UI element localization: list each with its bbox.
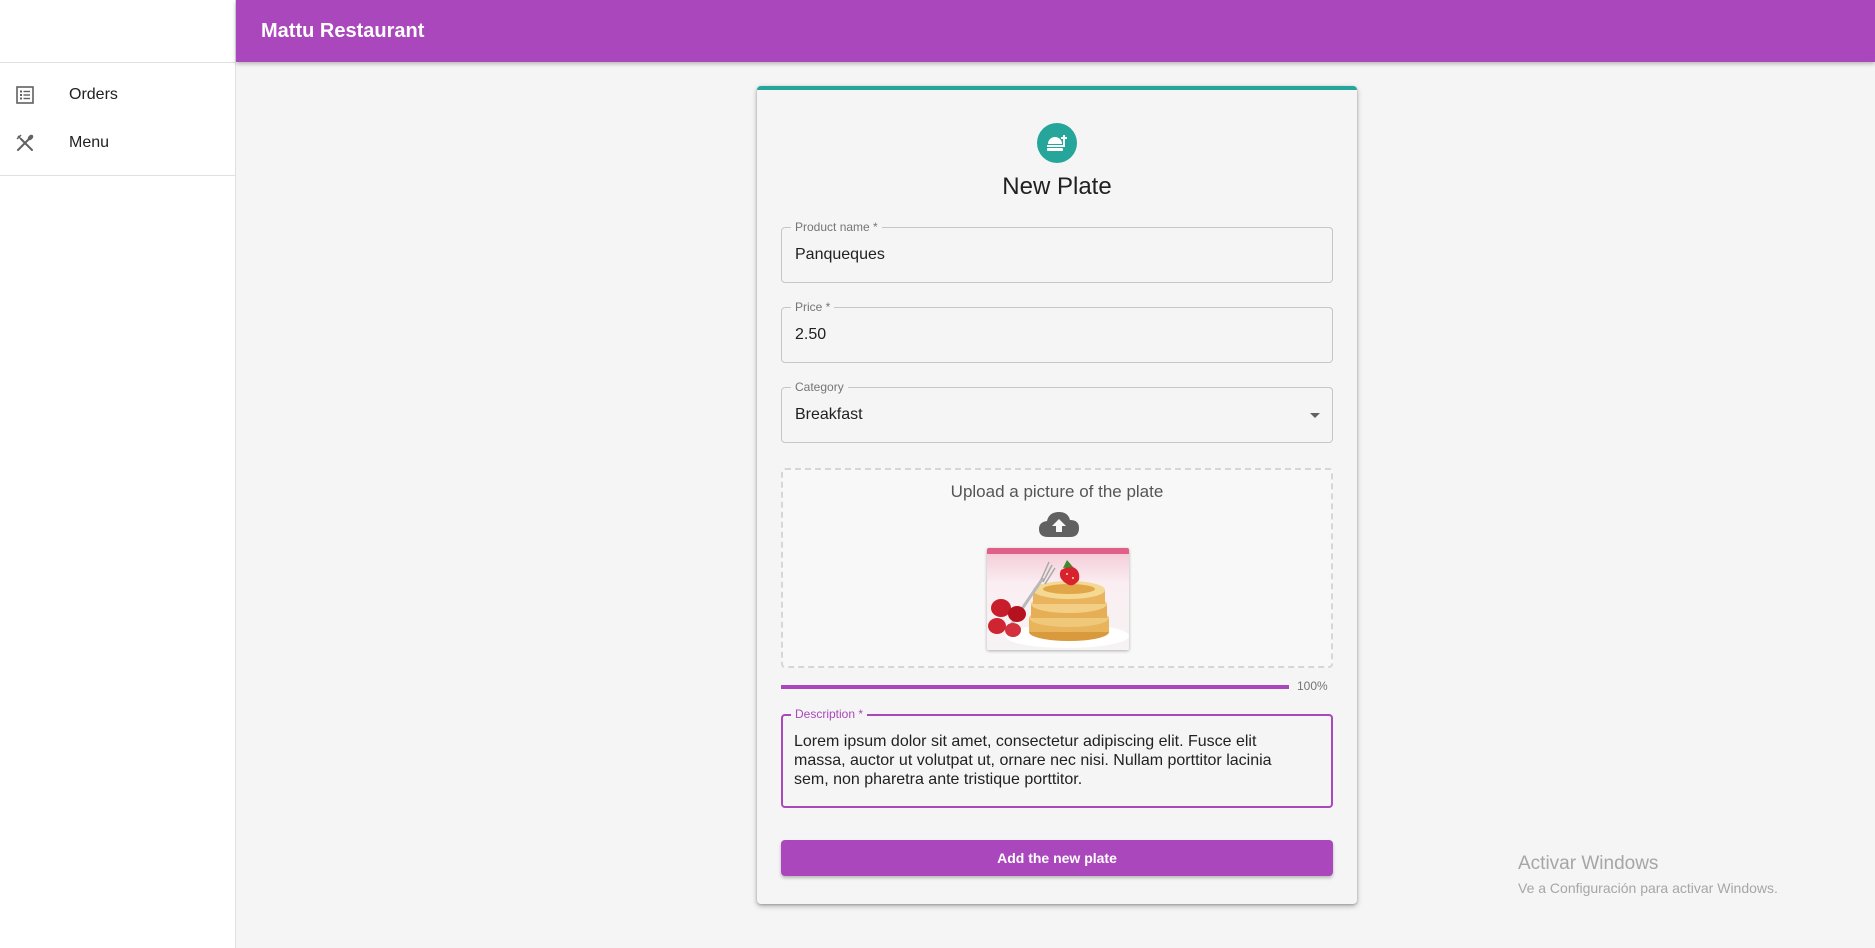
sidebar-header — [0, 0, 235, 63]
upload-dropzone[interactable]: Upload a picture of the plate — [781, 468, 1333, 668]
product-name-input[interactable]: Panqueques — [795, 245, 1295, 265]
watermark-title: Activar Windows — [1518, 853, 1659, 874]
utensils-icon — [14, 132, 36, 154]
cloud-upload-icon — [1037, 508, 1081, 540]
product-name-field[interactable]: Product name * Panqueques — [781, 219, 1333, 283]
price-label: Price * — [791, 299, 835, 315]
app-bar: Mattu Restaurant — [236, 0, 1875, 62]
upload-progress-fill — [781, 685, 1289, 689]
price-input[interactable]: 2.50 — [795, 325, 1295, 345]
plate-icon — [1037, 123, 1077, 163]
category-label: Category — [791, 379, 848, 395]
upload-progress-bar — [781, 685, 1289, 689]
sidebar-item-menu[interactable]: Menu — [0, 119, 235, 167]
category-select[interactable]: Category Breakfast — [781, 379, 1333, 443]
pancakes-thumbnail — [987, 548, 1129, 650]
add-plate-button[interactable]: Add the new plate — [781, 840, 1333, 876]
windows-activation-watermark: Activar Windows Ve a Configuración para … — [1518, 852, 1778, 898]
sidebar-nav: Orders Menu — [0, 63, 235, 176]
upload-label: Upload a picture of the plate — [950, 482, 1164, 501]
sidebar-item-label: Orders — [69, 86, 118, 103]
product-name-label: Product name * — [791, 219, 882, 235]
description-field[interactable]: Description * Lorem ipsum dolor sit amet… — [781, 706, 1333, 808]
sidebar-item-label: Menu — [69, 134, 110, 151]
watermark-subtitle: Ve a Configuración para activar Windows. — [1518, 880, 1778, 896]
new-plate-card: New Plate Product name * Panqueques Pric… — [757, 86, 1357, 904]
sidebar: Orders Menu — [0, 0, 236, 948]
upload-progress-label: 100% — [1297, 679, 1328, 693]
description-label: Description * — [791, 706, 868, 722]
form-title: New Plate — [1002, 173, 1112, 200]
price-field[interactable]: Price * 2.50 — [781, 299, 1333, 363]
description-textarea[interactable]: Lorem ipsum dolor sit amet, consectetur … — [794, 732, 1294, 789]
caret-down-icon[interactable] — [1310, 413, 1320, 418]
sidebar-item-orders[interactable]: Orders — [0, 71, 235, 119]
list-icon — [14, 84, 36, 106]
app-title: Mattu Restaurant — [261, 19, 425, 42]
category-value[interactable]: Breakfast — [795, 405, 1295, 425]
